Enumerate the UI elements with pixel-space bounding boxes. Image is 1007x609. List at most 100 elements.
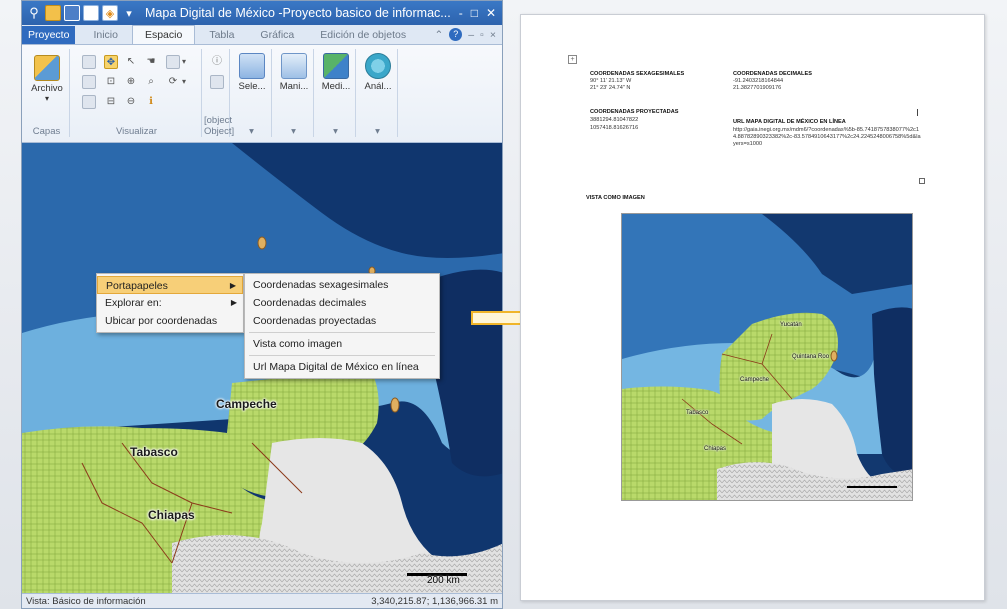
archivo-button[interactable]: Archivo ▾ bbox=[28, 55, 66, 103]
manipulacion-label: Mani... bbox=[279, 81, 309, 92]
zoom-out-icon[interactable]: ⊖ bbox=[124, 95, 138, 109]
tab-proyecto[interactable]: Proyecto bbox=[22, 26, 76, 44]
info-icon[interactable]: ⓘ bbox=[210, 55, 224, 69]
analisis-button[interactable]: Anál... bbox=[362, 53, 394, 92]
window-controls: - □ ✕ bbox=[459, 6, 502, 20]
chevron-down-icon[interactable]: ▾ bbox=[182, 77, 186, 86]
ribbon-close-icon[interactable]: × bbox=[490, 29, 496, 41]
doc-decimales-title: COORDENADAS DECIMALES bbox=[733, 71, 812, 77]
doc-url-value[interactable]: http://gaia.inegi.org.mx/mdm6/?coordenad… bbox=[733, 127, 923, 148]
measure-icon bbox=[323, 53, 349, 79]
doc-proyectadas-title: COORDENADAS PROYECTADAS bbox=[590, 109, 679, 115]
ribbon-collapse-icon[interactable]: ⌃ bbox=[434, 29, 443, 41]
pan-icon[interactable]: ✥ bbox=[104, 55, 118, 69]
zoom-in-icon[interactable]: ⊕ bbox=[124, 75, 138, 89]
group-datos: ⓘ [object Object] bbox=[204, 49, 235, 137]
window-title: Mapa Digital de México -Proyecto basico … bbox=[145, 6, 451, 20]
color-icon[interactable] bbox=[166, 55, 180, 69]
document-page: + COORDENADAS SEXAGESIMALES 90° 11' 21.1… bbox=[520, 14, 985, 601]
context-menu: Portapapeles ▶ Explorar en: ▶ Ubicar por… bbox=[96, 273, 244, 333]
group-label-capas: Capas bbox=[32, 126, 61, 137]
status-view: Vista: Básico de información bbox=[26, 595, 146, 607]
menu-item-explorar[interactable]: Explorar en: ▶ bbox=[97, 294, 243, 312]
tab-espacio[interactable]: Espacio bbox=[131, 25, 196, 44]
ribbon: Archivo ▾ Capas ✥ ⊡ ⊟ ↖ ⊕ ⊖ ☚ ⌕ ℹ ▾ ⟳ ▾ … bbox=[22, 45, 502, 143]
menu-item-portapapeles[interactable]: Portapapeles ▶ bbox=[97, 276, 243, 294]
refresh-icon[interactable]: ⟳ bbox=[166, 75, 180, 89]
list-icon[interactable] bbox=[82, 75, 96, 89]
hand-icon[interactable]: ☚ bbox=[144, 55, 158, 69]
menu-item-ubicar[interactable]: Ubicar por coordenadas bbox=[97, 312, 243, 330]
doc-decimales-line1: -91.2403218164844 bbox=[733, 78, 784, 84]
help-icon[interactable]: ? bbox=[449, 28, 463, 41]
text-cursor bbox=[917, 109, 918, 116]
scale-bar: 200 km bbox=[407, 571, 487, 587]
save-icon[interactable] bbox=[64, 5, 80, 21]
doc-map-label-quintana: Quintana Roo bbox=[792, 354, 830, 360]
chevron-down-icon[interactable]: ▾ bbox=[182, 57, 186, 66]
chevron-down-icon[interactable]: ▾ bbox=[274, 126, 313, 137]
page-icon[interactable] bbox=[82, 55, 96, 69]
doc-sexagesimales-title: COORDENADAS SEXAGESIMALES bbox=[590, 71, 685, 77]
zoom-extent-icon[interactable]: ⊡ bbox=[104, 75, 118, 89]
analisis-label: Anál... bbox=[364, 81, 392, 92]
open-folder-icon[interactable] bbox=[45, 5, 61, 21]
seleccion-label: Sele... bbox=[238, 81, 266, 92]
manipulacion-button[interactable]: Mani... bbox=[278, 53, 310, 92]
medicion-label: Medi... bbox=[321, 81, 351, 92]
identify-icon[interactable]: ℹ bbox=[144, 95, 158, 109]
menu-separator bbox=[249, 355, 435, 356]
chevron-down-icon: ▾ bbox=[44, 94, 49, 103]
resize-handle-icon[interactable] bbox=[919, 178, 925, 184]
medicion-button[interactable]: Medi... bbox=[320, 53, 352, 92]
zoom-box-icon[interactable]: ⊟ bbox=[104, 95, 118, 109]
move-handle-icon[interactable]: + bbox=[568, 55, 577, 64]
minimize-button[interactable]: - bbox=[459, 6, 463, 20]
customize-toolbar-icon[interactable]: ▾ bbox=[121, 5, 137, 21]
menu-item-label: Portapapeles bbox=[106, 280, 168, 292]
chevron-right-icon: ▶ bbox=[230, 298, 237, 307]
menu-item-vista-imagen[interactable]: Vista como imagen bbox=[245, 335, 439, 353]
layer-icon[interactable]: ◈ bbox=[102, 5, 118, 21]
menu-item-url-mapa[interactable]: Url Mapa Digital de México en línea bbox=[245, 358, 439, 376]
quick-access-toolbar: ⚲ ◈ ▾ bbox=[22, 5, 137, 21]
doc-sexagesimales-line2: 21° 23' 24.74" N bbox=[590, 85, 631, 91]
tab-tabla[interactable]: Tabla bbox=[197, 26, 246, 44]
menu-item-coordenadas-decimales[interactable]: Coordenadas decimales bbox=[245, 294, 439, 312]
title-bar: ⚲ ◈ ▾ Mapa Digital de México -Proyecto b… bbox=[22, 1, 502, 25]
pin-icon[interactable]: ⚲ bbox=[26, 5, 42, 21]
arrow-select-icon[interactable]: ↖ bbox=[124, 55, 138, 69]
table-data-icon[interactable] bbox=[210, 75, 224, 89]
table-icon[interactable] bbox=[83, 5, 99, 21]
group-visualizar: ✥ ⊡ ⊟ ↖ ⊕ ⊖ ☚ ⌕ ℹ ▾ ⟳ ▾ Visualizar bbox=[72, 49, 202, 137]
tab-grafica[interactable]: Gráfica bbox=[248, 26, 306, 44]
menu-item-coordenadas-proyectadas[interactable]: Coordenadas proyectadas bbox=[245, 312, 439, 330]
grid-icon[interactable] bbox=[82, 95, 96, 109]
doc-proyectadas-line2: 1057418.81626716 bbox=[590, 125, 639, 131]
doc-sexagesimales-line1: 90° 11' 21.13" W bbox=[590, 78, 632, 84]
magnifier-icon[interactable]: ⌕ bbox=[144, 75, 158, 89]
tab-edicion-objetos[interactable]: Edición de objetos bbox=[308, 26, 418, 44]
chevron-down-icon[interactable]: ▾ bbox=[232, 126, 271, 137]
group-label-dat: [object Object] bbox=[204, 115, 235, 137]
tab-inicio[interactable]: Inicio bbox=[81, 26, 130, 44]
chevron-down-icon[interactable]: ▾ bbox=[358, 126, 397, 137]
scale-bar-label: 200 km bbox=[427, 575, 460, 586]
status-bar: Vista: Básico de información 3,340,215.8… bbox=[22, 593, 502, 608]
group-capas: Archivo ▾ Capas bbox=[24, 49, 70, 137]
doc-map-label-campeche: Campeche bbox=[740, 377, 770, 383]
ribbon-restore-icon[interactable]: ▫ bbox=[480, 29, 484, 41]
ribbon-tabs: Proyecto Inicio Espacio Tabla Gráfica Ed… bbox=[22, 25, 502, 45]
manipulation-icon bbox=[281, 53, 307, 79]
maximize-button[interactable]: □ bbox=[471, 6, 478, 20]
close-button[interactable]: ✕ bbox=[486, 6, 496, 20]
ribbon-minimize-icon[interactable]: – bbox=[468, 29, 474, 41]
menu-separator bbox=[249, 332, 435, 333]
seleccion-button[interactable]: Sele... bbox=[236, 53, 268, 92]
doc-decimales-line2: 21.3827701909176 bbox=[733, 85, 782, 91]
archivo-icon bbox=[34, 55, 60, 81]
status-coordinates: 3,340,215.87; 1,136,966.31 m bbox=[371, 595, 498, 607]
doc-proyectadas-line1: 3881294.81047822 bbox=[590, 117, 639, 123]
menu-item-coordenadas-sexagesimales[interactable]: Coordenadas sexagesimales bbox=[245, 276, 439, 294]
chevron-down-icon[interactable]: ▾ bbox=[316, 126, 355, 137]
